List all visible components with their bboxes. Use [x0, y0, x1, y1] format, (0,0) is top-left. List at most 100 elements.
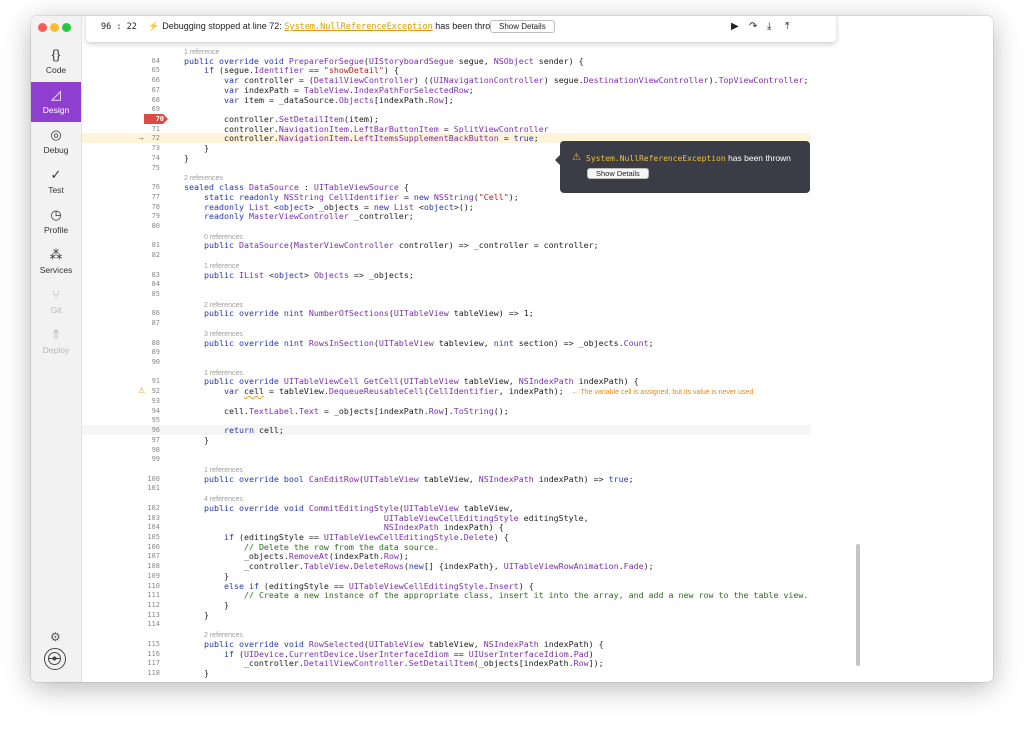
code-text: return cell;	[223, 425, 284, 436]
code-line: 83 public IList <object> Objects => _obj…	[82, 270, 993, 280]
line-number: 80	[151, 221, 160, 230]
code-text: controller.NavigationItem.LeftBarButtonI…	[184, 123, 549, 134]
minimize-window-button[interactable]	[50, 23, 59, 32]
code-text: controller.NavigationItem.LeftItemsSuppl…	[184, 133, 539, 144]
code-text: var item = _dataSource.Objects[indexPath…	[223, 94, 454, 105]
reference-lens[interactable]: 3 references	[82, 328, 993, 338]
reference-lens[interactable]: 0 references	[82, 231, 993, 241]
line-number: 104	[147, 523, 160, 532]
line-number: 86	[151, 309, 160, 318]
editor-scrollbar[interactable]	[856, 544, 860, 666]
line-number: 78	[151, 202, 160, 211]
nav-item-profile[interactable]: ◷ Profile	[31, 202, 81, 242]
continue-icon[interactable]: ▶	[731, 21, 739, 32]
debug-status-message: ⚡ Debugging stopped at line 72: System.Nu…	[148, 21, 502, 32]
nav-item-deploy[interactable]: ⇑ Deploy	[31, 322, 81, 362]
reference-lens[interactable]: 1 references	[82, 367, 993, 377]
nav-item-code[interactable]: {} Code	[31, 42, 81, 82]
status-prefix: Debugging stopped at line 72:	[162, 21, 282, 31]
line-number: 99	[151, 455, 160, 464]
code-line: 98	[82, 445, 993, 455]
line-number: 66	[151, 76, 160, 85]
line-number: 74	[151, 153, 160, 162]
line-number: 102	[147, 503, 160, 512]
line-number: 76	[151, 183, 160, 192]
code-line: 67 var indexPath = TableView.IndexPathFo…	[82, 85, 993, 95]
line-number: 91	[151, 377, 160, 386]
code-line: 65 if (segue.Identifier == "showDetail")…	[82, 65, 993, 75]
code-line: 73 }	[82, 143, 993, 153]
line-number: 82	[151, 251, 160, 260]
code-line: 96 return cell;	[82, 425, 993, 436]
code-text: public IList <object> Objects => _object…	[203, 269, 414, 280]
account-avatar[interactable]	[44, 648, 66, 670]
code-text: public override bool CanEditRow(UITableV…	[203, 473, 634, 484]
nav-item-debug[interactable]: ◎ Debug	[31, 122, 81, 162]
code-text: static readonly NSString CellIdentifier …	[203, 191, 519, 202]
nav-item-test[interactable]: ✓ Test	[31, 162, 81, 202]
step-into-icon[interactable]: ⤓	[767, 21, 771, 32]
code-line: 70 controller.SetDetailItem(item);	[82, 114, 993, 125]
line-number: 69	[151, 105, 160, 114]
step-out-icon[interactable]: ⤒	[785, 21, 789, 32]
profile-icon: ◷	[50, 207, 62, 222]
line-number: 79	[151, 212, 160, 221]
code-editor[interactable]: 1 reference 64 public override void Prepar…	[82, 44, 993, 682]
settings-gear-icon[interactable]: ⚙	[50, 630, 61, 644]
reference-lens[interactable]: 4 references	[82, 493, 993, 503]
code-line: → 72 controller.NavigationItem.LeftItemsS…	[82, 133, 993, 144]
line-number: 93	[151, 396, 160, 405]
code-text: }	[184, 143, 209, 154]
line-number: 87	[151, 319, 160, 328]
line-number: 94	[151, 406, 160, 415]
code-line: 76 sealed class DataSource : UITableViewS…	[82, 182, 993, 192]
nav-item-label: Design	[42, 105, 70, 115]
code-line: 82	[82, 250, 993, 260]
line-number: 73	[151, 144, 160, 153]
popup-show-details-button[interactable]: Show Details	[587, 168, 649, 179]
code-line: 68 var item = _dataSource.Objects[indexP…	[82, 95, 993, 105]
code-line: ⚠ 92 var cell = tableView.DequeueReusable…	[82, 386, 993, 396]
code-line: 69	[82, 104, 993, 114]
breakpoint-line-number: 70	[155, 115, 164, 124]
line-number: 103	[147, 513, 160, 522]
line-number: 95	[151, 416, 160, 425]
code-text: else if (editingStyle == UITableViewCell…	[223, 580, 534, 591]
code-line: 104 NSIndexPath indexPath) {	[82, 522, 993, 532]
nav-item-label: Git	[50, 305, 62, 315]
code-text: sealed class DataSource : UITableViewSou…	[184, 182, 409, 193]
zoom-window-button[interactable]	[62, 23, 71, 32]
line-number: 64	[151, 56, 160, 65]
code-line: 93	[82, 396, 993, 406]
code-text: NSIndexPath indexPath) {	[383, 522, 504, 533]
show-details-button[interactable]: Show Details	[490, 20, 555, 33]
line-number: 97	[151, 435, 160, 444]
reference-lens[interactable]: 1 reference	[82, 46, 993, 56]
nav-item-design[interactable]: ◿ Design	[31, 82, 81, 122]
line-number: 112	[147, 601, 160, 610]
git-icon: ⑂	[52, 287, 60, 302]
code-text: if (UIDevice.CurrentDevice.UserInterface…	[223, 648, 594, 659]
code-text: // Delete the row from the data source.	[243, 541, 439, 552]
reference-lens[interactable]: 2 references	[82, 299, 993, 309]
warning-icon: ⚡	[148, 21, 160, 31]
reference-lens[interactable]: 1 references	[82, 464, 993, 474]
nav-item-git[interactable]: ⑂ Git	[31, 282, 81, 322]
code-line: 94 cell.TextLabel.Text = _objects[indexP…	[82, 406, 993, 416]
popup-message: System.NullReferenceException has been t…	[586, 153, 791, 163]
close-window-button[interactable]	[38, 23, 47, 32]
code-line: 97 }	[82, 435, 993, 445]
reference-lens[interactable]: 2 references	[82, 172, 993, 182]
code-text: _objects.RemoveAt(indexPath.Row);	[184, 551, 409, 562]
code-line: 100 public override bool CanEditRow(UITa…	[82, 474, 993, 484]
code-text: _controller.TableView.DeleteRows(new[] {…	[184, 561, 654, 572]
code-text: if (editingStyle == UITableViewCellEditi…	[223, 532, 509, 542]
line-number: 96	[151, 426, 160, 435]
code-line: 80	[82, 221, 993, 231]
code-text: public override void RowSelected(UITable…	[203, 638, 604, 649]
exception-link[interactable]: System.NullReferenceException	[284, 22, 432, 32]
reference-lens[interactable]: 1 reference	[82, 260, 993, 270]
line-number: 88	[151, 338, 160, 347]
nav-item-services[interactable]: ⁂ Services	[31, 242, 81, 282]
step-over-icon[interactable]: ↷	[749, 21, 757, 32]
